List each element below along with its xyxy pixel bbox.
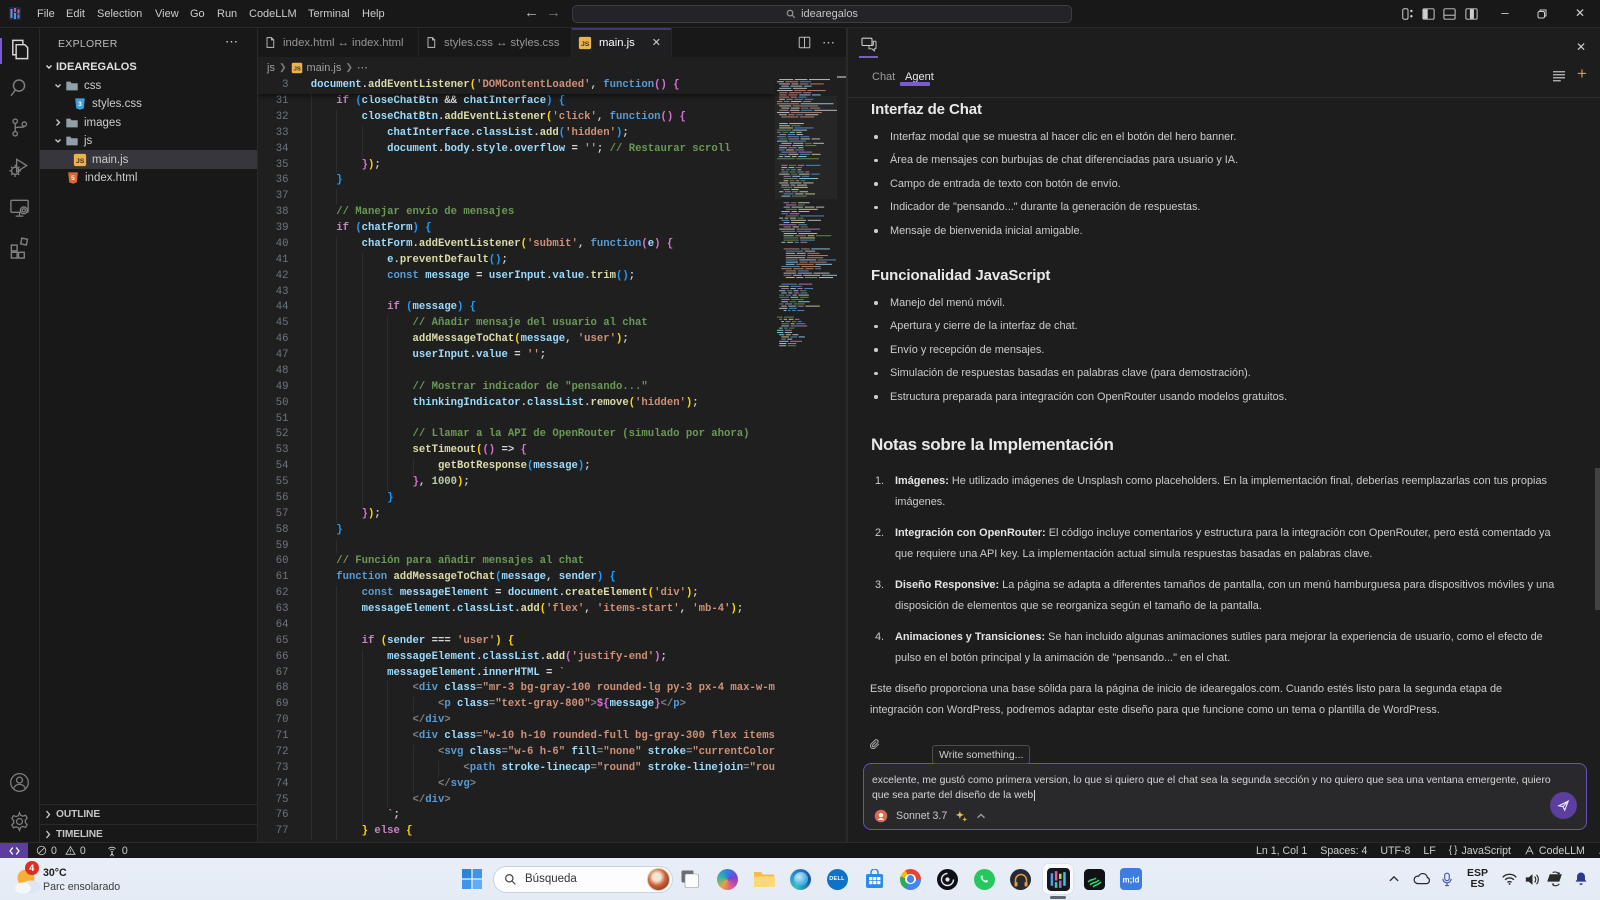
svg-text:m;ld: m;ld	[1123, 876, 1140, 885]
svg-text:JS: JS	[76, 157, 85, 164]
svg-text:3: 3	[78, 101, 82, 108]
svg-text:5: 5	[71, 175, 75, 182]
svg-text:JS: JS	[581, 40, 590, 47]
svg-text:JS: JS	[293, 66, 300, 72]
